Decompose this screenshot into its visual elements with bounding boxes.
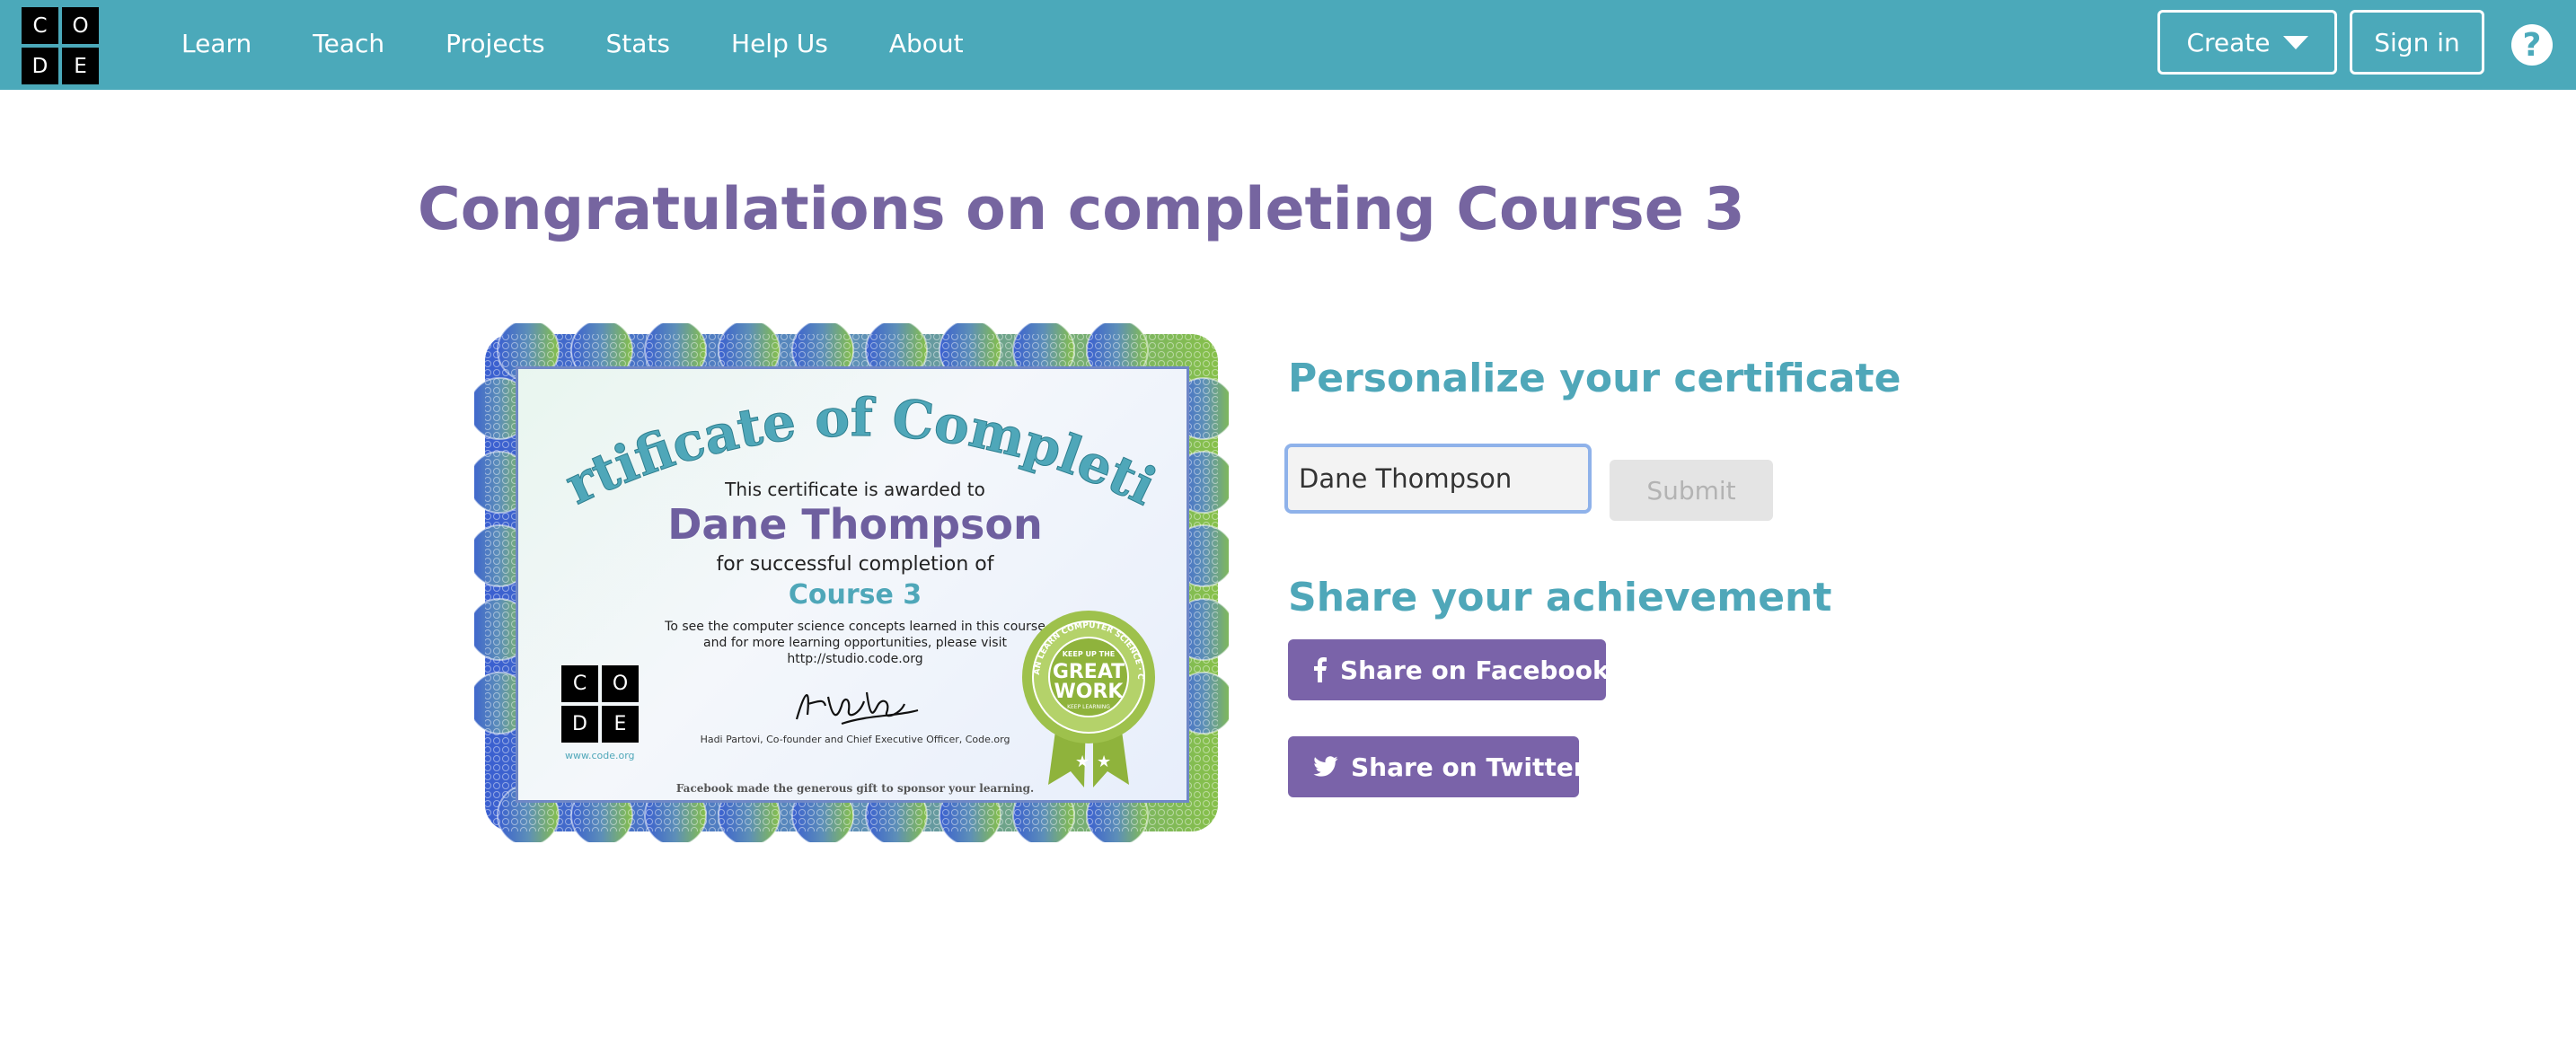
create-button[interactable]: Create: [2157, 10, 2337, 75]
site-header: C O D E Learn Teach Projects Stats Help …: [0, 0, 2576, 90]
certificate-image: Certificate of Completion This certifica…: [474, 323, 1229, 842]
submit-button[interactable]: Submit: [1610, 460, 1773, 521]
nav-projects[interactable]: Projects: [446, 29, 544, 58]
nav-teach[interactable]: Teach: [313, 29, 384, 58]
main-nav: Learn Teach Projects Stats Help Us About: [181, 0, 1025, 86]
cert-logo-letter-o: O: [602, 665, 639, 702]
signature-image: [795, 691, 919, 726]
facebook-icon: [1313, 657, 1328, 682]
certificate-code-logo: C O D E: [561, 665, 639, 743]
share-twitter-label: Share on Twitter: [1351, 752, 1586, 782]
certificate-logo-url: www.code.org: [565, 750, 635, 761]
certificate-name-input[interactable]: [1284, 444, 1592, 514]
page-title: Congratulations on completing Course 3: [418, 176, 1745, 243]
logo-letter-e: E: [62, 48, 99, 84]
share-heading: Share your achievement: [1288, 575, 1832, 620]
certificate-course-name: Course 3: [788, 579, 922, 611]
code-logo[interactable]: C O D E: [22, 7, 99, 84]
nav-about[interactable]: About: [889, 29, 964, 58]
seal-star-left-icon: ★: [1075, 752, 1090, 771]
create-label: Create: [2186, 27, 2271, 57]
logo-letter-d: D: [22, 48, 58, 84]
share-twitter-button[interactable]: Share on Twitter: [1288, 736, 1586, 797]
twitter-icon: [1313, 756, 1338, 778]
chevron-down-icon: [2282, 35, 2308, 49]
certificate-panel: Certificate of Completion This certifica…: [516, 366, 1189, 803]
great-work-seal-icon: ANYONE CAN LEARN COMPUTER SCIENCE · CODE…: [1021, 610, 1155, 787]
share-facebook-button[interactable]: Share on Facebook: [1288, 639, 1610, 700]
nav-learn[interactable]: Learn: [181, 29, 251, 58]
logo-letter-o: O: [62, 7, 99, 44]
seal-top-text: KEEP UP THE: [1063, 650, 1116, 658]
certificate-completion-text: for successful completion of: [716, 553, 994, 576]
personalize-heading: Personalize your certificate: [1288, 356, 1901, 401]
nav-help-us[interactable]: Help Us: [731, 29, 828, 58]
help-icon[interactable]: ?: [2511, 24, 2553, 66]
seal-star-right-icon: ★: [1097, 752, 1111, 771]
sign-in-button[interactable]: Sign in: [2350, 10, 2484, 75]
cert-logo-letter-c: C: [561, 665, 598, 702]
certificate-recipient-name: Dane Thompson: [667, 500, 1043, 549]
sign-in-label: Sign in: [2374, 27, 2460, 57]
certificate-sponsor-footer: Facebook made the generous gift to spons…: [675, 782, 1035, 795]
seal-bottom-text: KEEP LEARNING: [1067, 704, 1110, 710]
seal-work-text: WORK: [1054, 681, 1125, 703]
logo-letter-c: C: [22, 7, 58, 44]
nav-stats[interactable]: Stats: [606, 29, 670, 58]
certificate-awarded-text: This certificate is awarded to: [725, 479, 985, 500]
share-facebook-label: Share on Facebook: [1340, 655, 1610, 685]
